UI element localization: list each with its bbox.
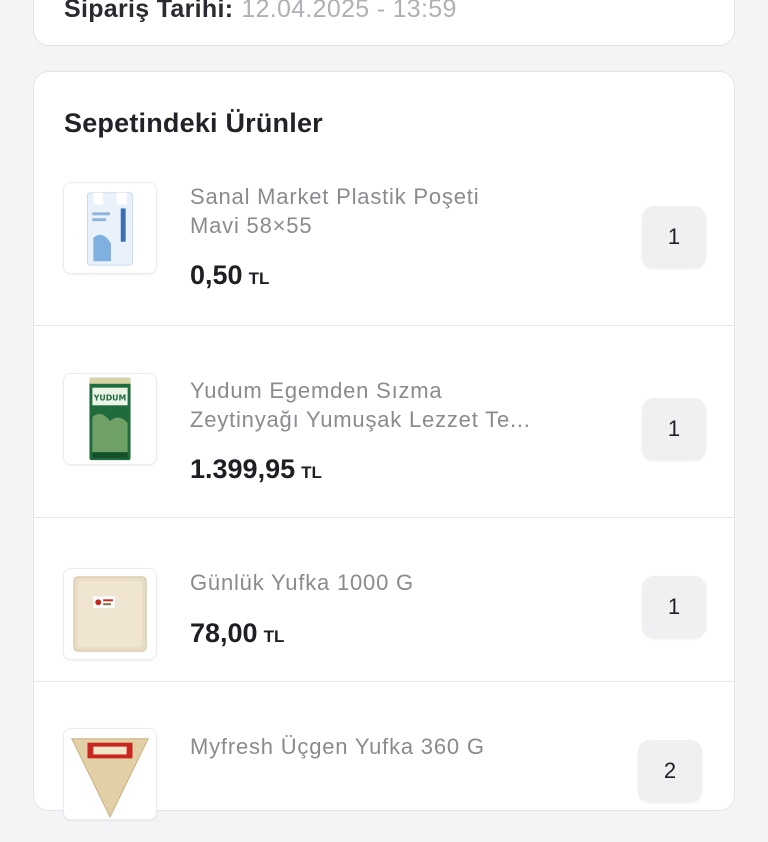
plastic-bag-icon [63,182,157,274]
basket-item[interactable]: Günlük Yufka 1000 G 78,00 TL 1 [34,518,734,682]
item-name-line2: Mavi 58×55 [190,213,313,238]
order-date-value: 12.04.2025 - 13:59 [241,0,457,23]
item-name-line1: Yudum Egemden Sızma [190,378,443,403]
item-name-line1: Günlük Yufka 1000 G [190,570,414,595]
order-info-card: Sipariş Tarihi: 12.04.2025 - 13:59 [33,0,735,46]
basket-item[interactable]: Sanal Market Plastik Poşeti Mavi 58×55 0… [34,154,734,326]
order-date-label: Sipariş Tarihi: [64,0,234,23]
basket-item[interactable]: Myfresh Üçgen Yufka 360 G 2 [34,682,734,842]
order-date: Sipariş Tarihi: 12.04.2025 - 13:59 [64,0,457,24]
item-price: 1.399,95 TL [190,454,322,485]
item-price-value: 1.399,95 [190,454,296,484]
triangle-yufka-icon [63,728,157,820]
item-quantity[interactable]: 1 [642,576,706,638]
item-price-currency: TL [263,627,285,646]
item-quantity[interactable]: 1 [642,398,706,460]
basket-title: Sepetindeki Ürünler [64,108,323,138]
item-name-line1: Myfresh Üçgen Yufka 360 G [190,734,485,759]
item-price-value: 78,00 [190,618,258,648]
item-price-currency: TL [248,269,270,288]
yufka-pack-icon [63,568,157,660]
svg-text:YUDUM: YUDUM [93,393,127,402]
item-price: 0,50 TL [190,260,269,291]
item-price-currency: TL [301,463,322,482]
basket-item[interactable]: YUDUM Yudum Egemden Sızma Zeytinyağı Yum… [34,326,734,518]
item-quantity[interactable]: 2 [638,740,702,802]
basket-items-card: Sepetindeki Ürünler Sanal Market Plastik… [33,71,735,820]
item-price: 78,00 TL [190,618,284,649]
item-quantity[interactable]: 1 [642,206,706,268]
item-name-line1: Sanal Market Plastik Poşeti [190,184,480,209]
item-price-value: 0,50 [190,260,243,290]
olive-oil-tin-icon: YUDUM [63,373,157,465]
item-name-line2: Zeytinyağı Yumuşak Lezzet Te... [190,407,531,432]
